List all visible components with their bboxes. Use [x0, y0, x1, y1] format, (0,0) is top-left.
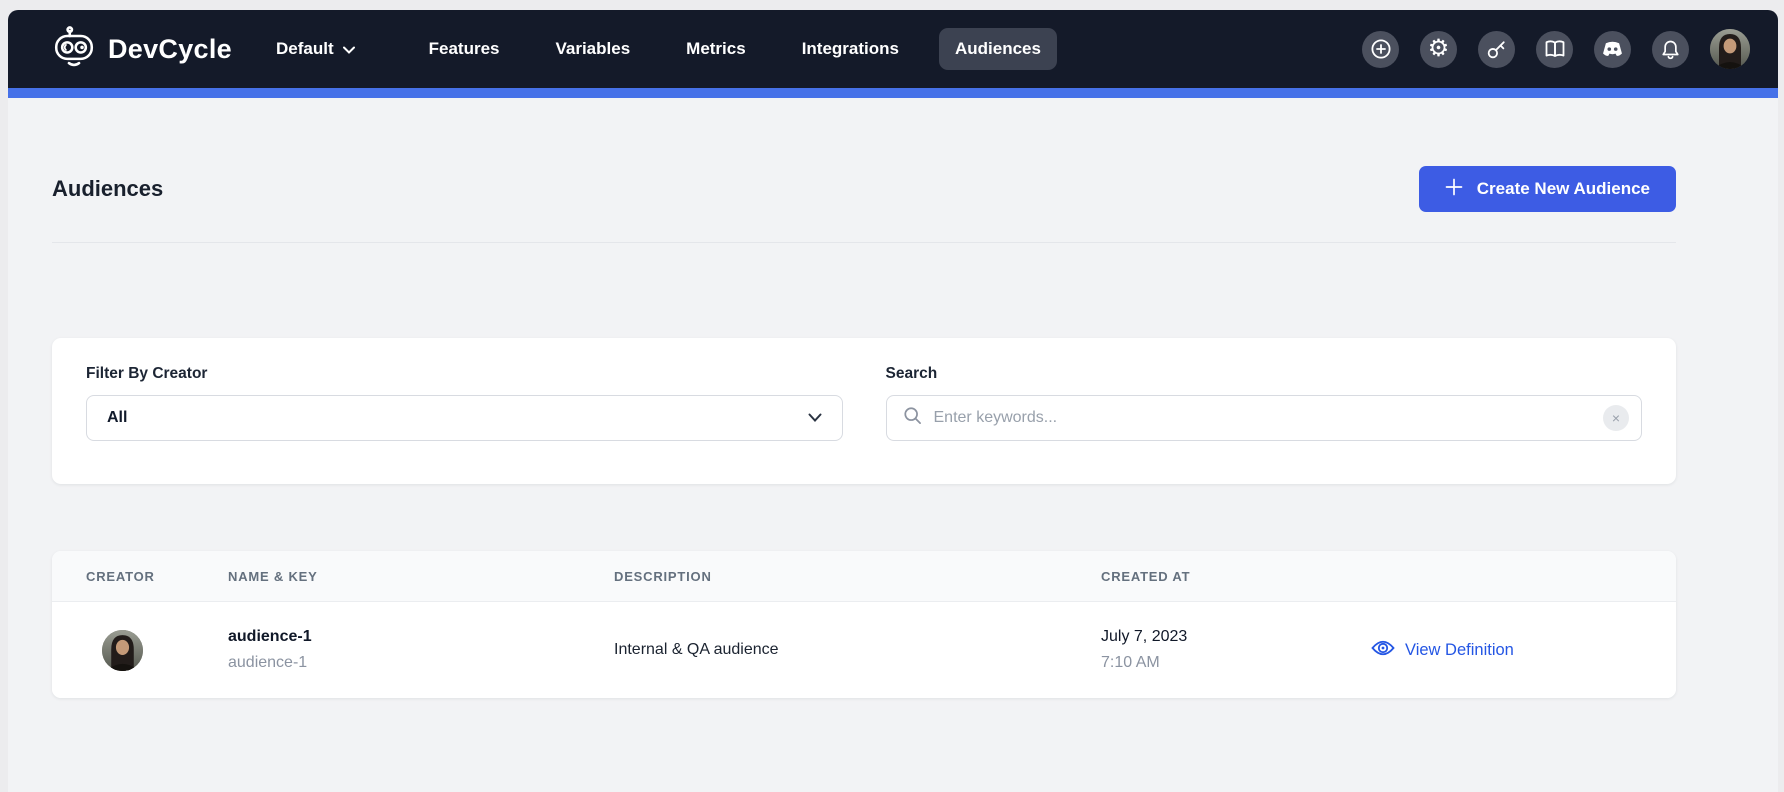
table-header-row: Creator Name & Key Description Created A… — [52, 551, 1676, 602]
create-new-audience-button[interactable]: Create New Audience — [1419, 166, 1676, 212]
plus-icon — [1445, 178, 1463, 201]
plus-circle-icon — [1370, 38, 1392, 60]
created-date: July 7, 2023 — [1101, 624, 1371, 650]
main-nav: Features Variables Metrics Integrations … — [413, 28, 1057, 70]
view-definition-link[interactable]: View Definition — [1371, 639, 1514, 662]
gear-icon — [1428, 37, 1450, 61]
page-header: Audiences Create New Audience — [52, 98, 1676, 243]
devcycle-logo[interactable]: DevCycle — [52, 25, 232, 74]
search-input[interactable] — [934, 409, 1604, 427]
filter-card: Filter By Creator All Search — [52, 338, 1676, 484]
add-button[interactable] — [1362, 31, 1399, 68]
column-header-name-key: Name & Key — [228, 569, 614, 584]
actions-cell: View Definition — [1371, 639, 1676, 662]
eye-icon — [1371, 639, 1395, 662]
search-box — [886, 395, 1643, 441]
project-selector-value: Default — [276, 39, 334, 59]
view-definition-label: View Definition — [1405, 641, 1514, 660]
nav-item-integrations[interactable]: Integrations — [786, 28, 915, 70]
creator-filter-label: Filter By Creator — [86, 365, 843, 383]
discord-icon — [1601, 41, 1624, 58]
creator-cell — [86, 630, 228, 671]
created-at-cell: July 7, 2023 7:10 AM — [1101, 624, 1371, 676]
table-row: audience-1 audience-1 Internal & QA audi… — [52, 602, 1676, 698]
creator-filter-select[interactable]: All — [86, 395, 843, 441]
nav-item-audiences[interactable]: Audiences — [939, 28, 1057, 70]
brand-name: DevCycle — [108, 34, 232, 65]
top-action-icons — [1362, 29, 1750, 69]
created-time: 7:10 AM — [1101, 650, 1371, 676]
app-window: DevCycle Default Features Variables Metr… — [8, 10, 1778, 792]
column-header-created-at: Created At — [1101, 569, 1371, 584]
clear-search-button[interactable] — [1603, 405, 1629, 431]
settings-button[interactable] — [1420, 31, 1457, 68]
create-new-audience-label: Create New Audience — [1477, 179, 1650, 199]
user-avatar[interactable] — [1710, 29, 1750, 69]
bell-icon — [1660, 39, 1681, 60]
search-filter: Search — [886, 365, 1643, 457]
project-selector-dropdown[interactable]: Default — [276, 39, 355, 59]
chevron-down-icon — [343, 39, 355, 59]
accent-bar — [8, 88, 1778, 98]
key-icon — [1486, 39, 1507, 60]
name-key-cell: audience-1 audience-1 — [228, 624, 614, 676]
column-header-creator: Creator — [86, 569, 228, 584]
audience-name: audience-1 — [228, 624, 614, 650]
nav-item-metrics[interactable]: Metrics — [670, 28, 762, 70]
docs-book-icon — [1544, 39, 1566, 59]
creator-filter: Filter By Creator All — [86, 365, 843, 457]
main-content: Audiences Create New Audience Filter By … — [8, 98, 1778, 698]
notifications-button[interactable] — [1652, 31, 1689, 68]
search-label: Search — [886, 365, 1643, 383]
column-header-description: Description — [614, 569, 1101, 584]
creator-avatar — [102, 630, 143, 671]
audience-key: audience-1 — [228, 650, 614, 676]
creator-filter-value: All — [107, 409, 127, 427]
page-title: Audiences — [52, 176, 163, 202]
audience-description: Internal & QA audience — [614, 641, 779, 658]
docs-button[interactable] — [1536, 31, 1573, 68]
audiences-table: Creator Name & Key Description Created A… — [52, 551, 1676, 698]
chevron-down-icon — [808, 409, 822, 427]
description-cell: Internal & QA audience — [614, 641, 1101, 659]
search-icon — [903, 406, 922, 430]
nav-item-variables[interactable]: Variables — [539, 28, 646, 70]
api-keys-button[interactable] — [1478, 31, 1515, 68]
top-navigation-bar: DevCycle Default Features Variables Metr… — [8, 10, 1778, 88]
discord-button[interactable] — [1594, 31, 1631, 68]
nav-item-features[interactable]: Features — [413, 28, 516, 70]
robot-logo-icon — [52, 25, 96, 74]
